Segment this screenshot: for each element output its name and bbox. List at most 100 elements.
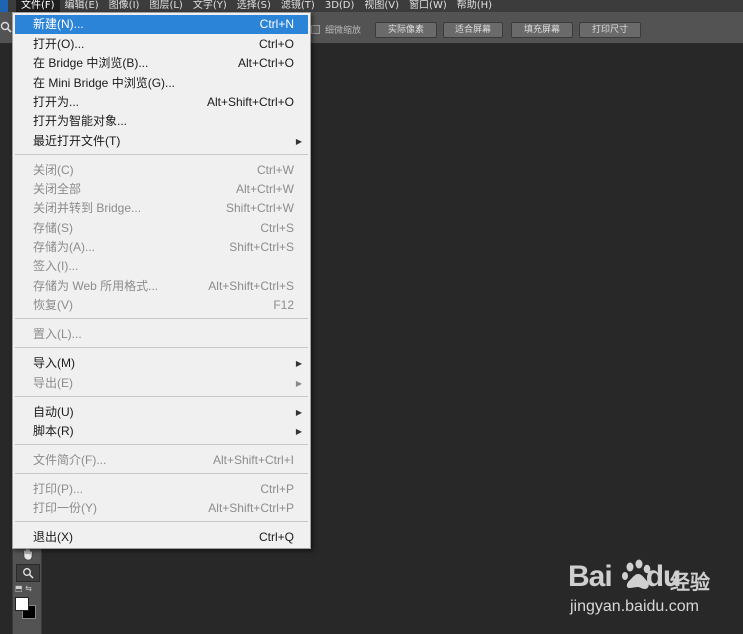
menu-item-shortcut: Ctrl+N [259,17,294,31]
menu-item-shortcut: Alt+Ctrl+W [235,182,294,196]
actual-pixels-button[interactable]: 实际像素 [375,22,437,38]
menu-separator [15,154,308,155]
menu-item-shortcut: F12 [273,298,294,312]
scrubby-zoom-checkbox[interactable] [311,25,320,34]
submenu-arrow-icon: ▶ [295,408,302,417]
menu-select[interactable]: 选择(S) [232,0,276,12]
menu-item-shortcut: Alt+Shift+Ctrl+P [208,501,294,515]
menu-item-label: 打印一份(Y) [33,501,97,515]
photoshop-logo-icon [0,0,8,12]
menu-item-label: 导入(M) [33,356,75,370]
menu-item-label: 在 Bridge 中浏览(B)... [33,56,149,70]
menu-item-shortcut: Ctrl+Q [258,530,294,544]
watermark-url: jingyan.baidu.com [570,598,699,615]
menu-item-close-all[interactable]: 关闭全部 Alt+Ctrl+W [15,180,308,199]
menu-item-save[interactable]: 存储(S) Ctrl+S [15,219,308,238]
fit-screen-button[interactable]: 适合屏幕 [443,22,503,38]
menu-item-browse-bridge[interactable]: 在 Bridge 中浏览(B)... Alt+Ctrl+O [15,54,308,73]
menu-item-print-one-copy[interactable]: 打印一份(Y) Alt+Shift+Ctrl+P [15,499,308,518]
fill-screen-button[interactable]: 填充屏幕 [511,22,573,38]
menu-separator [15,347,308,348]
menu-item-label: 脚本(R) [33,424,74,438]
menu-item-label: 退出(X) [33,530,73,544]
menu-layer[interactable]: 图层(L) [144,0,187,12]
file-menu-dropdown: 新建(N)... Ctrl+N 打开(O)... Ctrl+O 在 Bridge… [12,12,311,549]
menu-item-label: 关闭并转到 Bridge... [33,201,142,215]
menu-item-new[interactable]: 新建(N)... Ctrl+N [15,15,308,34]
submenu-arrow-icon: ▶ [295,359,302,368]
watermark-bai: Bai [568,560,613,593]
menu-item-shortcut: Alt+Shift+Ctrl+I [212,453,294,467]
baidu-paw-icon [622,559,651,589]
menu-item-shortcut: Ctrl+O [258,37,294,51]
menu-item-shortcut: Ctrl+P [260,482,294,496]
menu-item-label: 打开(O)... [33,37,85,51]
menu-item-exit[interactable]: 退出(X) Ctrl+Q [15,528,308,547]
menu-separator [15,318,308,319]
swap-colors-icon[interactable]: ⬒ ⇆ [15,584,32,593]
menu-type[interactable]: 文字(Y) [188,0,232,12]
menu-item-automate[interactable]: 自动(U) ▶ [15,403,308,422]
menu-item-label: 文件简介(F)... [33,453,107,467]
menu-item-check-in[interactable]: 签入(I)... [15,257,308,276]
menu-item-save-for-web[interactable]: 存储为 Web 所用格式... Alt+Shift+Ctrl+S [15,277,308,296]
menu-item-open-as[interactable]: 打开为... Alt+Shift+Ctrl+O [15,93,308,112]
menu-item-shortcut: Alt+Shift+Ctrl+O [206,95,294,109]
zoom-tool[interactable] [16,564,40,582]
menu-item-save-as[interactable]: 存储为(A)... Shift+Ctrl+S [15,238,308,257]
menu-item-print[interactable]: 打印(P)... Ctrl+P [15,480,308,499]
menu-separator [15,396,308,397]
menu-item-label: 存储(S) [33,221,73,235]
menu-item-revert[interactable]: 恢复(V) F12 [15,296,308,315]
menu-bar: 文件(F) 编辑(E) 图像(I) 图层(L) 文字(Y) 选择(S) 滤镜(T… [0,0,743,12]
submenu-arrow-icon: ▶ [295,379,302,388]
menu-item-label: 存储为 Web 所用格式... [33,279,159,293]
menu-item-place[interactable]: 置入(L)... [15,325,308,344]
menu-item-close[interactable]: 关闭(C) Ctrl+W [15,161,308,180]
menu-item-label: 置入(L)... [33,327,82,341]
zoom-icon [23,568,34,579]
menu-item-open[interactable]: 打开(O)... Ctrl+O [15,35,308,54]
zoom-icon[interactable] [0,21,12,33]
baidu-jingyan-watermark: Bai du 经验 jingyan.baidu.com [568,558,738,628]
watermark-jingyan: 经验 [670,570,710,594]
menu-help[interactable]: 帮助(H) [452,0,497,12]
print-size-button[interactable]: 打印尺寸 [579,22,641,38]
menu-item-shortcut: Shift+Ctrl+S [229,240,294,254]
menu-item-shortcut: Alt+Shift+Ctrl+S [208,279,294,293]
menu-item-scripts[interactable]: 脚本(R) ▶ [15,422,308,441]
menu-filter[interactable]: 滤镜(T) [276,0,320,12]
menu-window[interactable]: 窗口(W) [404,0,452,12]
menu-item-label: 签入(I)... [33,259,79,273]
menu-edit[interactable]: 编辑(E) [60,0,104,12]
menu-image[interactable]: 图像(I) [104,0,145,12]
submenu-arrow-icon: ▶ [295,427,302,436]
menu-item-label: 自动(U) [33,405,74,419]
menu-item-close-go-bridge[interactable]: 关闭并转到 Bridge... Shift+Ctrl+W [15,199,308,218]
submenu-arrow-icon: ▶ [295,137,302,146]
foreground-color-swatch[interactable] [15,597,29,611]
menu-separator [15,473,308,474]
menu-item-label: 最近打开文件(T) [33,134,121,148]
menu-item-label: 关闭(C) [33,163,74,177]
menu-item-export[interactable]: 导出(E) ▶ [15,374,308,393]
menu-3d[interactable]: 3D(D) [320,0,360,12]
menu-view[interactable]: 视图(V) [359,0,404,12]
scrubby-zoom-label: 细微缩放 [325,26,362,36]
menu-item-label: 导出(E) [33,376,73,390]
menu-item-label: 打开为智能对象... [33,114,128,128]
menu-item-shortcut: Ctrl+W [257,163,294,177]
menu-item-shortcut: Shift+Ctrl+W [225,201,294,215]
menu-item-file-info[interactable]: 文件简介(F)... Alt+Shift+Ctrl+I [15,451,308,470]
menu-item-recent-files[interactable]: 最近打开文件(T) ▶ [15,132,308,151]
menu-separator [15,444,308,445]
menu-file[interactable]: 文件(F) [16,0,60,12]
menu-item-label: 新建(N)... [33,17,84,31]
menu-item-import[interactable]: 导入(M) ▶ [15,354,308,373]
hand-icon [23,548,33,561]
menu-item-label: 打开为... [33,95,80,109]
menu-item-shortcut: Alt+Ctrl+O [237,56,294,70]
menu-item-open-smart-object[interactable]: 打开为智能对象... [15,112,308,131]
menu-item-label: 恢复(V) [33,298,73,312]
menu-item-browse-mini-bridge[interactable]: 在 Mini Bridge 中浏览(G)... [15,74,308,93]
